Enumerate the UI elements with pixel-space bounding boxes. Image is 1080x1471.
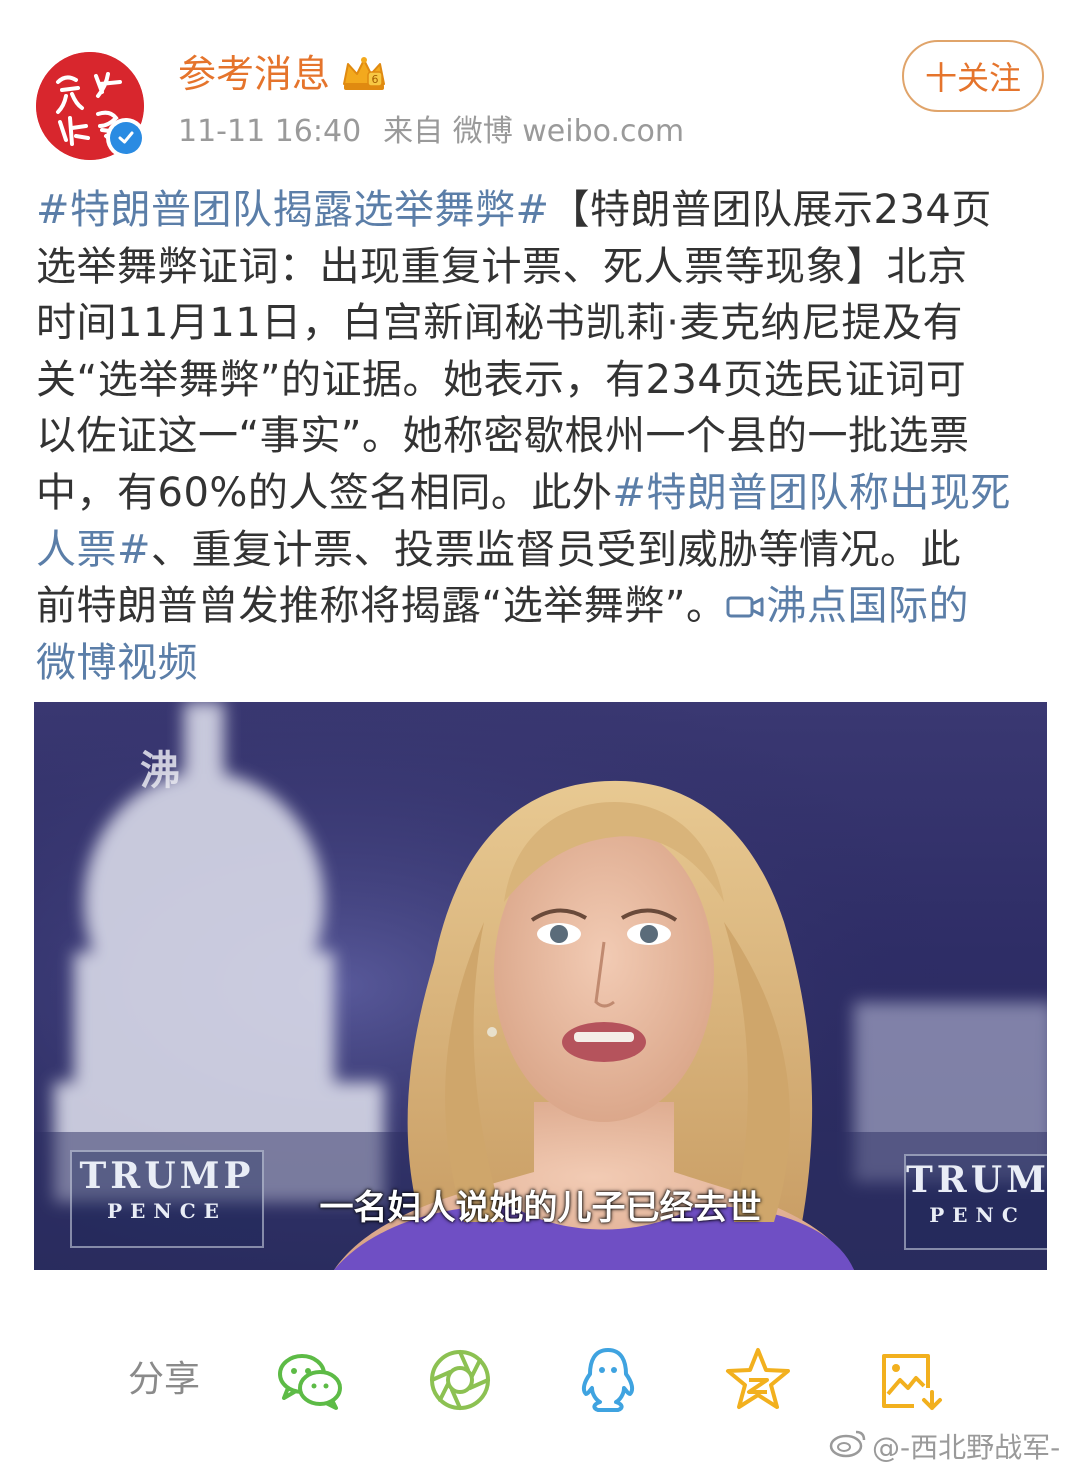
post-link[interactable]: #特朗普团队揭露选举舞弊# (36, 187, 550, 233)
follow-label: 十关注 (924, 59, 1021, 97)
svg-text:6: 6 (372, 73, 379, 86)
qzone-icon[interactable] (722, 1344, 794, 1416)
username[interactable]: 参考消息 (178, 50, 330, 98)
video-subtitle: 一名妇人说她的儿子已经去世 (319, 1188, 762, 1228)
segment-text: 沸点国际的 (766, 583, 969, 630)
post-source[interactable]: 来自 微博 weibo.com (383, 114, 684, 149)
share-label: 分享 (128, 1359, 201, 1400)
post-text-line: 前特朗普曾发推称将揭露“选举舞弊”。 沸点国际的 (36, 578, 1048, 635)
segment-text: #特朗普团队称出现死 (612, 469, 1011, 516)
weibo-watermark: @-西北野战军- (828, 1426, 1060, 1466)
watermark-text: @-西北野战军- (872, 1431, 1061, 1464)
segment-text: 时间11月11日，白宫新闻秘书凯莉·麦克纳尼提及有 (36, 300, 964, 347)
post-text-segment: 时间11月11日，白宫新闻秘书凯莉·麦克纳尼提及有 (36, 300, 963, 346)
segment-text: 微博视频 (36, 639, 198, 686)
segment-text: 以佐证这一“事实”。她称密歇根州一个县的一批选票 (36, 413, 970, 460)
post-text-line: 微博视频 (36, 635, 1048, 692)
post-meta: 11-11 16:40 来自 微博 weibo.com (178, 112, 684, 152)
post-text-segment: 前特朗普曾发推称将揭露“选举舞弊”。 (36, 583, 726, 629)
post-text: #特朗普团队揭露选举舞弊#【特朗普团队展示234页选举舞弊证词：出现重复计票、死… (36, 182, 1048, 691)
segment-text: 前特朗普曾发推称将揭露“选举舞弊”。 (36, 583, 727, 630)
post-link[interactable]: 微博视频 (36, 640, 198, 686)
video-link-icon (726, 581, 766, 618)
save-image-icon[interactable] (874, 1344, 946, 1416)
verified-icon (106, 118, 146, 158)
post-text-segment: 【特朗普团队展示234页 (550, 187, 992, 233)
post-link[interactable]: 沸点国际的 (726, 583, 969, 629)
segment-text: 关“选举舞弊”的证据。她表示，有234页选民证词可 (36, 356, 967, 403)
follow-button[interactable]: 十关注 (902, 40, 1044, 112)
segment-text: 中，有60%的人签名相同。此外 (36, 469, 613, 516)
post-text-line: 人票#、重复计票、投票监督员受到威胁等情况。此 (36, 522, 1048, 579)
wechat-icon[interactable] (274, 1344, 346, 1416)
weibo-logo-icon (828, 1428, 868, 1465)
moments-icon[interactable] (424, 1344, 496, 1416)
post-link[interactable]: 人票# (36, 527, 151, 573)
post-text-segment: 关“选举舞弊”的证据。她表示，有234页选民证词可 (36, 357, 966, 403)
channel-watermark: 沸 (140, 748, 180, 794)
post-text-line: 选举舞弊证词：出现重复计票、死人票等现象】北京 (36, 239, 1048, 296)
post-text-line: 时间11月11日，白宫新闻秘书凯莉·麦克纳尼提及有 (36, 295, 1048, 352)
post-text-line: 关“选举舞弊”的证据。她表示，有234页选民证词可 (36, 352, 1048, 409)
post-text-segment: 以佐证这一“事实”。她称密歇根州一个县的一批选票 (36, 413, 969, 459)
segment-text: 【特朗普团队展示234页 (549, 187, 992, 233)
post-text-segment: 、重复计票、投票监督员受到威胁等情况。此 (151, 527, 961, 573)
post-text-line: 以佐证这一“事实”。她称密歇根州一个县的一批选票 (36, 408, 1048, 465)
segment-text: 选举舞弊证词：出现重复计票、死人票等现象】北京 (36, 243, 968, 290)
post-text-segment: 选举舞弊证词：出现重复计票、死人票等现象】北京 (36, 244, 968, 290)
qq-icon[interactable] (572, 1344, 644, 1416)
segment-text: 、重复计票、投票监督员受到威胁等情况。此 (151, 526, 962, 573)
timestamp: 11-11 16:40 (178, 114, 362, 149)
segment-text: 人票# (36, 526, 152, 573)
username-row[interactable]: 参考消息 6 (178, 50, 388, 98)
post-text-line: 中，有60%的人签名相同。此外#特朗普团队称出现死 (36, 465, 1048, 522)
video-player[interactable]: 沸 TRUMP PENCE TRUM PENC 一名妇人说她的儿子已经去世 (34, 702, 1047, 1270)
crown-icon: 6 (340, 54, 388, 94)
post-text-line: #特朗普团队揭露选举舞弊#【特朗普团队展示234页 (36, 182, 1048, 239)
post-link[interactable]: #特朗普团队称出现死 (612, 470, 1011, 516)
post-text-segment: 中，有60%的人签名相同。此外 (36, 470, 612, 516)
segment-text: #特朗普团队揭露选举舞弊# (36, 187, 550, 233)
